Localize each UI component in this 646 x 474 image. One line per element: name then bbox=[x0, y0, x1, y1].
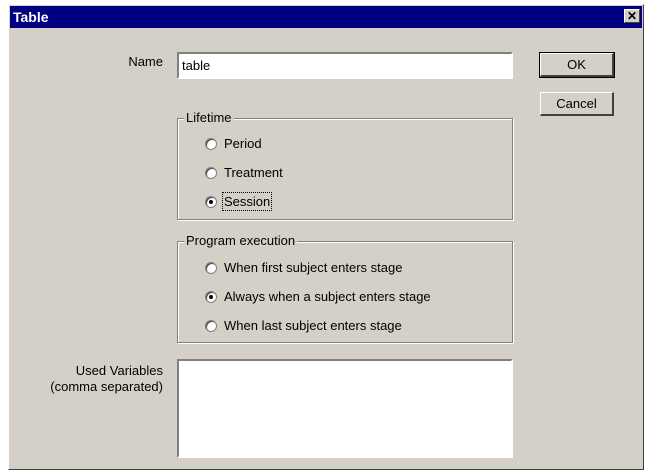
radio-circle-always[interactable] bbox=[205, 290, 217, 303]
close-button[interactable]: ✕ bbox=[624, 9, 640, 23]
close-icon: ✕ bbox=[626, 9, 638, 23]
lifetime-group: Lifetime Period Treatment Session bbox=[177, 110, 513, 220]
radio-label-period: Period bbox=[224, 136, 262, 151]
name-label: Name bbox=[128, 54, 163, 69]
used-variables-textarea[interactable] bbox=[177, 359, 513, 458]
radio-label-treatment: Treatment bbox=[224, 165, 283, 180]
radio-treatment[interactable]: Treatment bbox=[205, 165, 283, 180]
radio-last-subject[interactable]: When last subject enters stage bbox=[205, 318, 402, 333]
program-execution-group: Program execution When first subject ent… bbox=[177, 233, 513, 343]
used-variables-label-line1: Used Variables bbox=[75, 363, 163, 378]
name-input[interactable] bbox=[177, 52, 513, 79]
ok-button[interactable]: OK bbox=[539, 52, 615, 78]
radio-label-session: Session bbox=[221, 192, 273, 211]
radio-label-last-subject: When last subject enters stage bbox=[224, 318, 402, 333]
used-variables-label: Used Variables (comma separated) bbox=[29, 363, 163, 395]
radio-circle-period[interactable] bbox=[205, 137, 217, 150]
table-dialog: Table ✕ Name OK Cancel Lifetime Period T… bbox=[8, 4, 644, 470]
used-variables-label-line2: (comma separated) bbox=[50, 379, 163, 394]
radio-first-subject[interactable]: When first subject enters stage bbox=[205, 260, 402, 275]
radio-label-first-subject: When first subject enters stage bbox=[224, 260, 403, 275]
radio-circle-first-subject[interactable] bbox=[205, 261, 217, 274]
radio-label-always: Always when a subject enters stage bbox=[224, 289, 431, 304]
lifetime-legend: Lifetime bbox=[184, 110, 234, 125]
cancel-button[interactable]: Cancel bbox=[540, 92, 614, 116]
radio-always[interactable]: Always when a subject enters stage bbox=[205, 289, 431, 304]
window-title: Table bbox=[13, 9, 49, 25]
radio-period[interactable]: Period bbox=[205, 136, 262, 151]
radio-session[interactable]: Session bbox=[205, 192, 273, 211]
program-execution-legend: Program execution bbox=[184, 233, 298, 248]
radio-circle-treatment[interactable] bbox=[205, 166, 217, 179]
radio-circle-session[interactable] bbox=[205, 195, 217, 208]
radio-circle-last-subject[interactable] bbox=[205, 319, 217, 332]
title-bar: Table ✕ bbox=[10, 6, 642, 28]
